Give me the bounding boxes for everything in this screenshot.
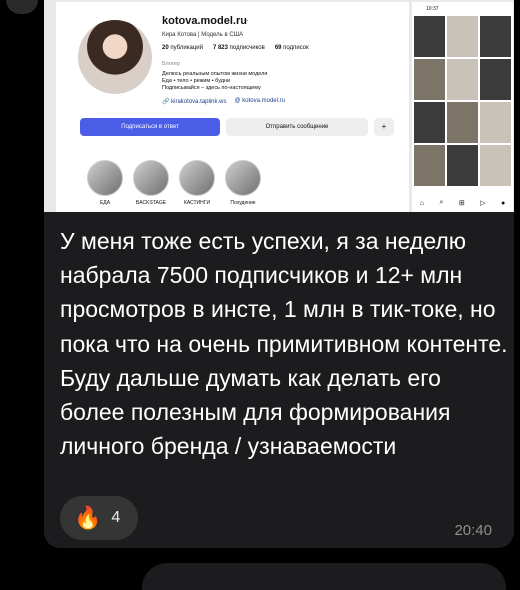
message-bubble: kotova.model.ru ··· Кира Котова | Модель… xyxy=(44,0,514,548)
highlight-item: Похудение xyxy=(224,160,262,206)
phone-status-bar: 10:37 xyxy=(426,6,439,12)
instagram-profile-screenshot: kotova.model.ru ··· Кира Котова | Модель… xyxy=(56,2,409,212)
highlight-item: BACKSTAGE xyxy=(132,160,170,206)
message-text: У меня тоже есть успехи, я за неделю наб… xyxy=(60,228,508,460)
phone-nav-bar: ⌂ ⌕ ⊞ ▷ ● xyxy=(412,196,513,210)
profile-avatar xyxy=(78,20,152,94)
profile-icon: ● xyxy=(501,199,506,207)
reels-icon: ▷ xyxy=(480,200,486,207)
profile-username: kotova.model.ru xyxy=(162,15,247,27)
highlight-item: КАСТИНГИ xyxy=(178,160,216,206)
send-message-button: Отправить сообщение xyxy=(226,118,368,136)
stat-followers: 7 823 подписчиков xyxy=(212,45,265,51)
link-icon: 🔗 kirakotova.taplink.ws xyxy=(162,99,227,105)
more-icon: ··· xyxy=(240,15,249,25)
threads-icon: @ kotova.model.ru xyxy=(234,98,285,104)
sender-avatar[interactable] xyxy=(6,0,38,14)
next-message-bubble xyxy=(142,563,506,590)
fire-icon: 🔥 xyxy=(74,505,102,530)
stat-following: 69 подписок xyxy=(274,45,309,51)
add-icon: ⊞ xyxy=(458,200,465,207)
post-grid xyxy=(414,16,511,186)
search-icon: ⌕ xyxy=(439,199,444,206)
highlight-item: ЕДА xyxy=(86,160,124,206)
profile-bio: Делюсь реальным опытом жизни модели Еда … xyxy=(162,71,268,91)
message-time: 20:40 xyxy=(454,522,492,539)
attached-image[interactable]: kotova.model.ru ··· Кира Котова | Модель… xyxy=(44,0,514,212)
add-user-icon: + xyxy=(374,118,394,136)
profile-stats: 20 публикаций 7 823 подписчиков 69 подпи… xyxy=(162,45,309,51)
follow-back-button: Подписаться в ответ xyxy=(80,118,220,136)
reaction-count: 4 xyxy=(111,509,121,526)
reaction-badge[interactable]: 🔥 4 xyxy=(60,496,138,540)
profile-category: Блогер xyxy=(162,61,180,67)
story-highlights: ЕДА BACKSTAGE КАСТИНГИ Похудение xyxy=(86,160,262,206)
home-icon: ⌂ xyxy=(419,199,424,207)
profile-links: 🔗 kirakotova.taplink.ws @ kotova.model.r… xyxy=(162,98,285,105)
instagram-grid-screenshot: 10:37 ⌂ ⌕ ⊞ ▷ ● xyxy=(412,2,513,212)
stat-posts: 20 публикаций xyxy=(162,45,203,51)
profile-full-name: Кира Котова | Модель в США xyxy=(162,32,244,38)
